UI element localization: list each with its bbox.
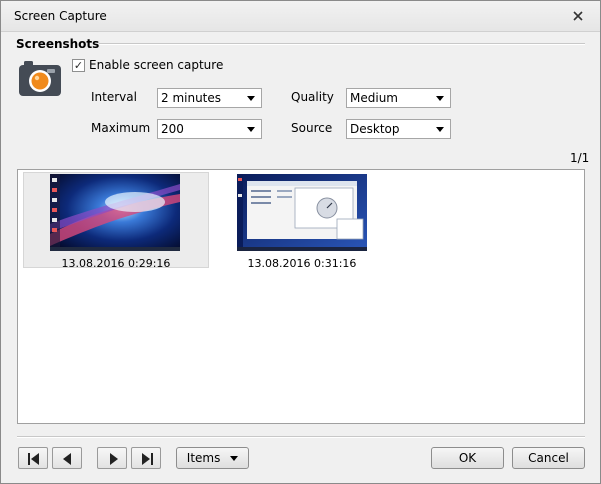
chevron-down-icon	[436, 96, 444, 101]
items-button-label: Items	[186, 451, 221, 465]
source-select[interactable]: Desktop	[346, 119, 451, 139]
close-icon[interactable]	[570, 8, 586, 24]
quality-value: Medium	[350, 91, 398, 105]
enable-capture-label: Enable screen capture	[89, 58, 224, 72]
title-bar: Screen Capture	[1, 1, 600, 32]
screenshot-thumbnail-2[interactable]	[237, 174, 367, 251]
source-label: Source	[291, 121, 333, 135]
camera-icon	[19, 61, 61, 96]
cancel-button[interactable]: Cancel	[512, 447, 585, 469]
interval-value: 2 minutes	[161, 91, 222, 105]
screenshot-thumbnail-1[interactable]	[50, 174, 180, 251]
screenshot-caption-1: 13.08.2016 0:29:16	[61, 257, 171, 270]
last-page-button[interactable]	[131, 447, 161, 469]
chevron-down-icon	[247, 96, 255, 101]
quality-select[interactable]: Medium	[346, 88, 451, 108]
chevron-down-icon	[436, 127, 444, 132]
window-title: Screen Capture	[14, 9, 107, 23]
interval-label: Interval	[91, 90, 137, 104]
quality-label: Quality	[291, 90, 334, 104]
ok-button-label: OK	[458, 451, 477, 465]
interval-select[interactable]: 2 minutes	[157, 88, 262, 108]
last-page-icon	[142, 453, 153, 465]
maximum-value: 200	[161, 122, 184, 136]
first-page-button[interactable]	[18, 447, 48, 469]
maximum-select[interactable]: 200	[157, 119, 262, 139]
ok-button[interactable]: OK	[431, 447, 504, 469]
footer-divider	[17, 436, 585, 438]
source-value: Desktop	[350, 122, 400, 136]
screenshot-caption-2: 13.08.2016 0:31:16	[247, 257, 357, 270]
cancel-button-label: Cancel	[528, 451, 569, 465]
next-icon	[110, 453, 118, 465]
screen-capture-dialog: Screen Capture Screenshots ✓ Enable scre…	[0, 0, 601, 484]
previous-icon	[63, 453, 71, 465]
section-divider	[99, 43, 585, 45]
section-title: Screenshots	[16, 37, 100, 51]
enable-capture-toggle[interactable]: ✓ Enable screen capture	[72, 58, 223, 72]
chevron-down-icon	[230, 456, 239, 461]
chevron-down-icon	[247, 127, 255, 132]
items-menu-button[interactable]: Items	[176, 447, 249, 469]
enable-capture-checkbox[interactable]: ✓	[72, 58, 85, 72]
screenshot-list[interactable]: 13.08.2016 0:29:16 13.08.2016 0:31:16	[17, 169, 585, 424]
next-page-button[interactable]	[97, 447, 127, 469]
page-indicator: 1/1	[570, 151, 590, 165]
first-page-icon	[28, 453, 39, 465]
maximum-label: Maximum	[91, 121, 151, 135]
previous-page-button[interactable]	[52, 447, 82, 469]
